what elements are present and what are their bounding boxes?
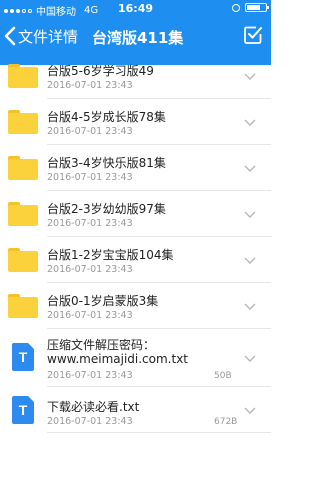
file-size: 672B: [214, 417, 238, 427]
back-chevron-icon: [4, 26, 16, 46]
status-time: 16:49: [117, 2, 153, 15]
file-date: 2016-07-01 23:43: [47, 172, 133, 183]
file-name: 台版2-3岁幼幼版97集: [47, 202, 166, 216]
page-title: 台湾版411集: [92, 29, 184, 47]
file-row[interactable]: 台版0-1岁启蒙版3集 2016-07-01 23:43: [0, 283, 271, 329]
file-name: 台版1-2岁宝宝版104集: [47, 248, 174, 262]
file-date: 2016-07-01 23:43: [47, 218, 133, 229]
file-row[interactable]: 台版3-4岁快乐版81集 2016-07-01 23:43: [0, 145, 271, 191]
file-name: 台版5-6岁学习版49: [47, 64, 154, 78]
file-name: 台版0-1岁启蒙版3集: [47, 294, 159, 308]
chevron-down-icon[interactable]: [244, 257, 256, 265]
file-date: 2016-07-01 23:43: [47, 370, 133, 381]
folder-icon: [8, 64, 38, 88]
chevron-down-icon[interactable]: [244, 407, 256, 415]
orientation-lock-icon: [232, 3, 240, 12]
chevron-down-icon[interactable]: [244, 211, 256, 219]
text-file-icon: T: [12, 396, 34, 424]
chevron-down-icon[interactable]: [244, 165, 256, 173]
file-row[interactable]: 台版1-2岁宝宝版104集 2016-07-01 23:43: [0, 237, 271, 283]
file-date: 2016-07-01 23:43: [47, 80, 133, 91]
folder-icon: [8, 156, 38, 180]
text-file-icon: T: [12, 343, 34, 371]
file-date: 2016-07-01 23:43: [47, 310, 133, 321]
file-row[interactable]: 台版5-6岁学习版49 2016-07-01 23:43: [0, 53, 271, 99]
folder-icon: [8, 248, 38, 272]
chevron-down-icon[interactable]: [244, 355, 256, 363]
chevron-down-icon[interactable]: [244, 119, 256, 127]
back-button[interactable]: 文件详情: [4, 22, 78, 50]
folder-icon: [8, 110, 38, 134]
file-name: 台版4-5岁成长版78集: [47, 110, 166, 124]
file-row[interactable]: 台版2-3岁幼幼版97集 2016-07-01 23:43: [0, 191, 271, 237]
file-row[interactable]: T 压缩文件解压密码： www.meimajidi.com.txt 2016-0…: [0, 329, 271, 387]
file-name: 压缩文件解压密码：: [47, 338, 156, 352]
folder-icon: [8, 294, 38, 318]
file-name: 下载必读必看.txt: [47, 400, 140, 414]
file-size: 50B: [214, 371, 232, 381]
file-date: 2016-07-01 23:43: [47, 126, 133, 137]
battery-icon: [245, 3, 269, 12]
navbar: 文件详情 台湾版411集: [0, 20, 271, 54]
file-date: 2016-07-01 23:43: [47, 416, 133, 427]
chevron-down-icon[interactable]: [244, 303, 256, 311]
status-bar: 中国移动 4G 16:49: [0, 0, 271, 18]
status-right: [232, 3, 269, 12]
file-name-line2: www.meimajidi.com.txt: [47, 352, 188, 366]
back-label: 文件详情: [18, 27, 79, 46]
file-date: 2016-07-01 23:43: [47, 264, 133, 275]
chevron-down-icon[interactable]: [244, 73, 256, 81]
folder-icon: [8, 202, 38, 226]
select-check-icon[interactable]: [243, 25, 263, 45]
file-row[interactable]: T 下载必读必看.txt 2016-07-01 23:43 672B: [0, 387, 271, 433]
file-name: 台版3-4岁快乐版81集: [47, 156, 166, 170]
file-row[interactable]: 台版4-5岁成长版78集 2016-07-01 23:43: [0, 99, 271, 145]
